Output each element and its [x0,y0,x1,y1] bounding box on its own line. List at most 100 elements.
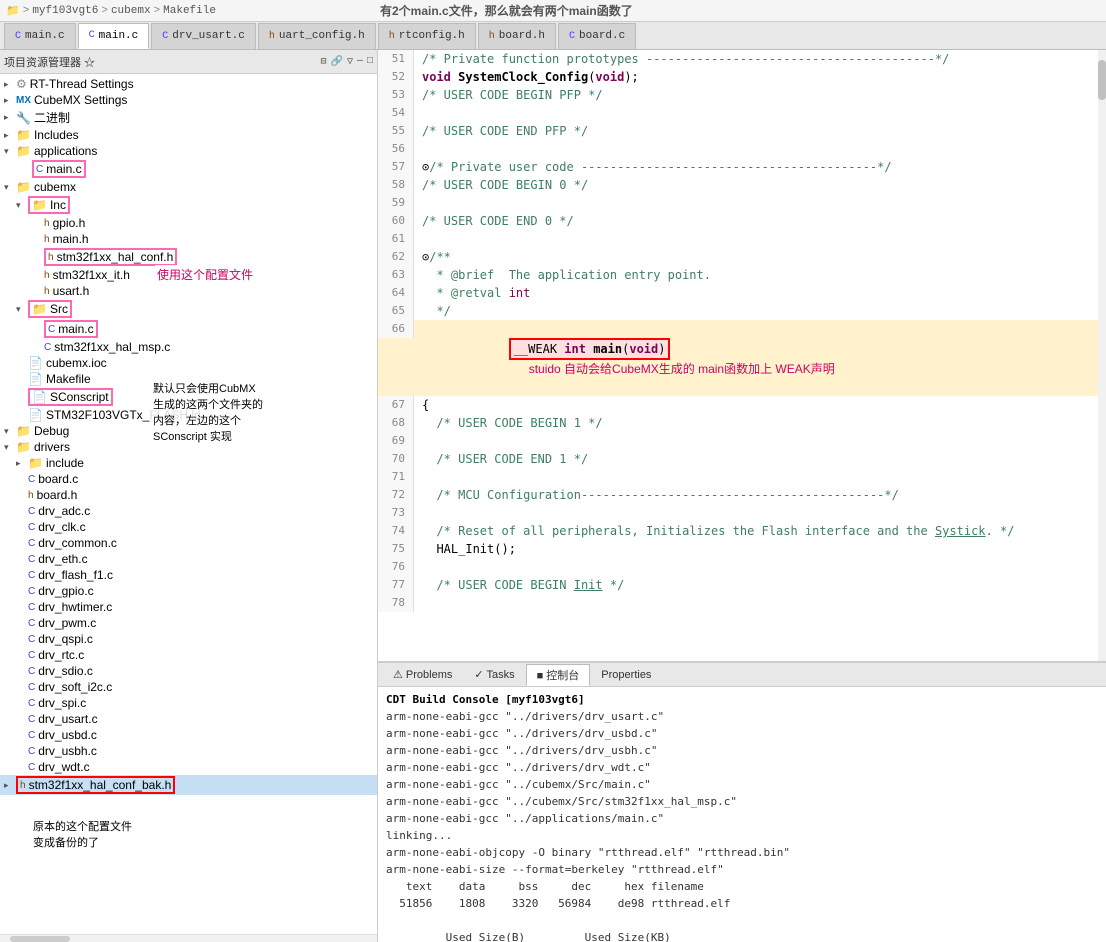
code-line-59: 59 [378,194,1106,212]
code-vscrollbar[interactable] [1098,50,1106,661]
label-drv-spi: drv_spi.c [38,696,86,710]
console-line-8: linking... [386,827,1098,844]
tree-item-drv-qspi[interactable]: C drv_qspi.c [0,631,377,647]
tab-rtconfig[interactable]: h rtconfig.h [378,23,476,49]
tab-properties[interactable]: Properties [590,664,662,686]
tree-item-drv-flash[interactable]: C drv_flash_f1.c [0,567,377,583]
tree-item-drv-hwtimer[interactable]: C drv_hwtimer.c [0,599,377,615]
tree-item-cubemx-settings[interactable]: ▸ MX CubeMX Settings [0,92,377,108]
tree-item-makefile[interactable]: 📄 Makefile [0,371,377,387]
label-drv-gpio: drv_gpio.c [38,584,93,598]
tree-item-cubemx-ioc[interactable]: 📄 cubemx.ioc [0,355,377,371]
tab-bar: C main.c C main.c C drv_usart.c h uart_c… [0,22,1106,50]
tree-hscrollbar[interactable] [0,934,377,942]
icon-binary: 🔧 [16,111,31,125]
tab-problems[interactable]: ⚠ Problems [382,664,463,686]
tree-item-drv-usart[interactable]: C drv_usart.c [0,711,377,727]
tree-item-sconscript[interactable]: 📄 SConscript [0,387,377,407]
tab-tasks[interactable]: ✓ Tasks [463,664,525,686]
tree-item-hal-conf-bak[interactable]: ▸ h stm32f1xx_hal_conf_bak.h [0,775,377,795]
tree-item-hal-msp-c[interactable]: C stm32f1xx_hal_msp.c [0,339,377,355]
breadcrumb-item-3[interactable]: Makefile [163,5,216,17]
tree-item-drv-soft-i2c[interactable]: C drv_soft_i2c.c [0,679,377,695]
tree-item-src[interactable]: ▾ 📁 Src [0,299,377,319]
tab-board-c[interactable]: C board.c [558,23,636,49]
breadcrumb-icon: 📁 [6,4,20,18]
tree-item-gpio-h[interactable]: h gpio.h [0,215,377,231]
icon-drv-usbh: C [28,746,35,757]
tree-item-drv-common[interactable]: C drv_common.c [0,535,377,551]
icon-main-h: h [44,234,50,245]
tree-item-drv-clk[interactable]: C drv_clk.c [0,519,377,535]
breadcrumb-item-1[interactable]: myf103vgt6 [32,5,98,17]
tree-item-drv-gpio[interactable]: C drv_gpio.c [0,583,377,599]
tab-icon-7: C [569,31,575,42]
tree-item-app-main-c[interactable]: C main.c [0,159,377,179]
label-src: Src [50,302,68,316]
tab-main-c-2[interactable]: C main.c [78,23,150,49]
arrow-rtthread: ▸ [4,79,16,90]
tree-item-inc[interactable]: ▾ 📁 Inc [0,195,377,215]
arrow-cubemx-folder: ▾ [4,182,16,193]
tree-item-rtthread[interactable]: ▸ ⚙ RT-Thread Settings [0,76,377,92]
code-line-65: 65 */ [378,302,1106,320]
icon-drv-wdt: C [28,762,35,773]
minimize-btn[interactable]: — [357,56,363,68]
tree-item-usart-h[interactable]: h usart.h [0,283,377,299]
tree-item-applications[interactable]: ▾ 📁 applications [0,143,377,159]
link-btn[interactable]: 🔗 [330,56,342,68]
tree-item-drv-usbh[interactable]: C drv_usbh.c [0,743,377,759]
tree-item-cubemx-folder[interactable]: ▾ 📁 cubemx [0,179,377,195]
arrow-app-main-c [20,164,32,174]
tree-item-drv-adc[interactable]: C drv_adc.c [0,503,377,519]
code-line-74: 74 /* Reset of all peripherals, Initiali… [378,522,1106,540]
tab-main-c-1[interactable]: C main.c [4,23,76,49]
code-line-61: 61 [378,230,1106,248]
label-drv-wdt: drv_wdt.c [38,760,89,774]
arrow-binary: ▸ [4,112,16,123]
tab-uart-config[interactable]: h uart_config.h [258,23,376,49]
label-drv-flash: drv_flash_f1.c [38,568,113,582]
tree-item-it-h[interactable]: h stm32f1xx_it.h [0,267,377,283]
icon-drv-usart: C [28,714,35,725]
tree-item-driver-include[interactable]: ▸ 📁 include [0,455,377,471]
label-makefile: Makefile [46,372,91,386]
tree-item-board-c[interactable]: C board.c [0,471,377,487]
tree-item-drv-spi[interactable]: C drv_spi.c [0,695,377,711]
arrow-cubemx-settings: ▸ [4,95,16,106]
tree-item-drv-wdt[interactable]: C drv_wdt.c [0,759,377,775]
tree-item-drv-sdio[interactable]: C drv_sdio.c [0,663,377,679]
tree-item-binary[interactable]: ▸ 🔧 二进制 [0,108,377,127]
file-tree-content[interactable]: ▸ ⚙ RT-Thread Settings ▸ MX CubeMX Setti… [0,74,377,934]
tree-item-src-main-c[interactable]: C main.c [0,319,377,339]
tree-item-drivers[interactable]: ▾ 📁 drivers [0,439,377,455]
tree-item-drv-usbd[interactable]: C drv_usbd.c [0,727,377,743]
code-editor[interactable]: 51 /* Private function prototypes ------… [378,50,1106,662]
code-line-52: 52 void SystemClock_Config(void); [378,68,1106,86]
tree-item-drv-pwm[interactable]: C drv_pwm.c [0,615,377,631]
menu-btn[interactable]: ▽ [347,56,353,68]
tab-board-h[interactable]: h board.h [478,23,556,49]
tree-item-includes[interactable]: ▸ 📁 Includes [0,127,377,143]
console-content[interactable]: CDT Build Console [myf103vgt6] arm-none-… [378,687,1106,942]
tree-item-drv-eth[interactable]: C drv_eth.c [0,551,377,567]
collapse-all-btn[interactable]: ⊟ [320,56,326,68]
arrow-inc: ▾ [16,200,28,211]
weak-annotation: stuido 自动会给CubeMX生成的 main函数加上 WEAK声明 [529,362,835,376]
tree-item-main-h[interactable]: h main.h [0,231,377,247]
tree-item-ld[interactable]: 📄 STM32F103VGTx_FLASH.ld [0,407,377,423]
label-applications: applications [34,144,97,158]
maximize-btn[interactable]: □ [367,56,373,68]
label-binary: 二进制 [34,109,70,126]
tab-console[interactable]: ■ 控制台 [526,664,591,686]
tree-item-hal-conf-h[interactable]: h stm32f1xx_hal_conf.h [0,247,377,267]
tab-drv-usart[interactable]: C drv_usart.c [151,23,256,49]
tree-item-debug[interactable]: ▾ 📁 Debug [0,423,377,439]
tree-item-board-h[interactable]: h board.h [0,487,377,503]
breadcrumb-item-2[interactable]: cubemx [111,5,151,17]
tree-item-drv-rtc[interactable]: C drv_rtc.c [0,647,377,663]
label-src-main-c: main.c [58,322,93,336]
label-drv-hwtimer: drv_hwtimer.c [38,600,112,614]
console-line-10: arm-none-eabi-size --format=berkeley "rt… [386,861,1098,878]
icon-includes: 📁 [16,128,31,142]
